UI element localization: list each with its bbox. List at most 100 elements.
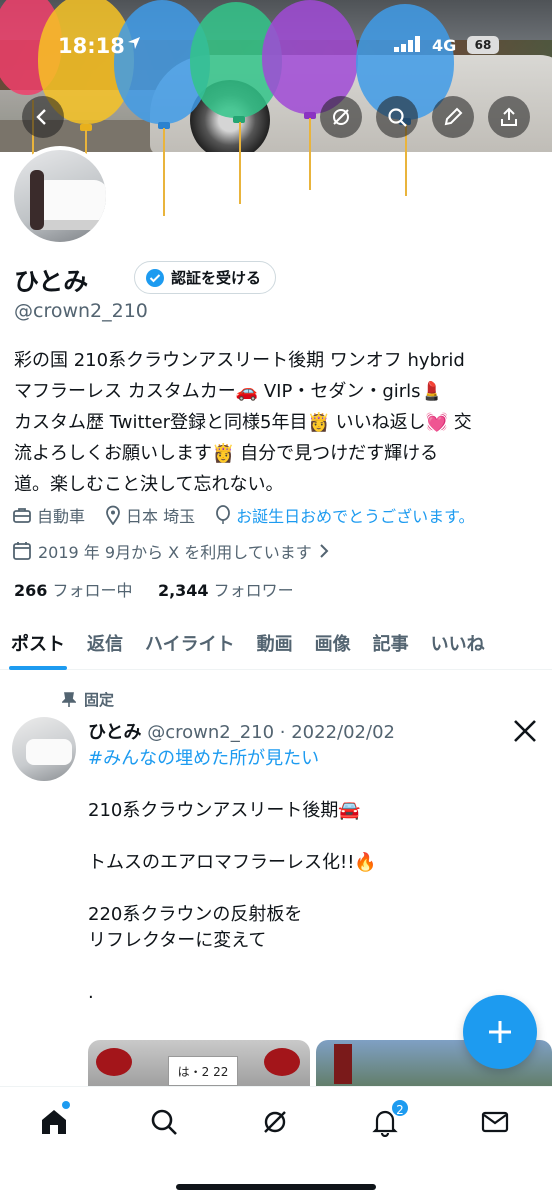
profile-meta-row: 自動車 日本 埼玉 お誕生日おめでとうございます。 — [12, 503, 489, 527]
battery-indicator: 68 — [467, 36, 499, 54]
post-line-blank — [88, 954, 528, 980]
get-verified-label: 認証を受ける — [171, 269, 262, 287]
calendar-icon — [13, 542, 31, 560]
compose-post-button[interactable] — [463, 995, 537, 1069]
notifications-badge: 2 — [390, 1098, 410, 1118]
balloon-icon — [216, 505, 231, 524]
get-verified-button[interactable]: 認証を受ける — [134, 261, 277, 294]
license-plate: は・2 22 — [168, 1056, 238, 1086]
profile-birthday: お誕生日おめでとうございます。 — [215, 503, 475, 527]
nav-grok[interactable] — [258, 1105, 292, 1139]
profile-birthday-text: お誕生日おめでとうございます。 — [236, 507, 475, 526]
post-line: トムスのエアロマフラーレス化!!🔥 — [88, 852, 377, 873]
search-profile-button[interactable] — [376, 96, 418, 138]
avatar-person — [30, 170, 44, 230]
network-type: 4G — [432, 36, 457, 55]
tail-light — [264, 1048, 300, 1076]
profile-tabs: ポスト 返信 ハイライト 動画 画像 記事 いいね — [0, 620, 552, 670]
profile-category: 自動車 — [12, 503, 85, 527]
banner-sign — [334, 1044, 352, 1084]
post-line: リフレクターに変えて — [88, 930, 267, 951]
post-author-text: ひとみ — [88, 722, 142, 743]
pinned-indicator: 固定 — [62, 689, 114, 710]
home-unread-dot — [62, 1101, 70, 1109]
search-icon — [151, 1109, 177, 1135]
status-bar: 18:18 4G 68 — [0, 28, 552, 64]
post-avatar-car — [26, 739, 72, 765]
share-button[interactable] — [488, 96, 530, 138]
bio-line: マフラーレス カスタムカー🚗 VIP・セダン・girls💄 — [14, 381, 443, 402]
profile-name-text: ひとみ — [14, 267, 89, 296]
home-icon — [42, 1110, 66, 1134]
share-icon — [501, 107, 517, 126]
bio-line: 道。楽しむこと決して忘れない。 — [14, 474, 284, 495]
messages-icon — [481, 1111, 509, 1133]
post-avatar[interactable] — [12, 717, 76, 781]
profile-handle: @crown2_210 — [14, 300, 148, 322]
status-time: 18:18 — [58, 34, 125, 58]
post-body: #みんなの埋めた所が見たい 210系クラウンアスリート後期🚘 トムスのエアロマフ… — [88, 746, 528, 1006]
post-author[interactable]: ひとみ — [88, 722, 141, 743]
post-line — [88, 772, 528, 798]
following-label: フォロー中 — [52, 581, 133, 600]
chevron-right-icon — [320, 544, 329, 558]
pinned-label: 固定 — [84, 691, 115, 709]
profile-category-text: 自動車 — [37, 507, 86, 526]
tab-likes[interactable]: いいね — [420, 620, 496, 669]
tail-light — [96, 1048, 132, 1076]
post-line: . — [88, 982, 94, 1003]
edit-icon — [444, 107, 463, 126]
post-line: 210系クラウンアスリート後期🚘 — [88, 800, 361, 821]
bio-line: カスタム歴 Twitter登録と同様5年目👸 いいね返し💓 交 — [14, 412, 472, 433]
profile-joined-text: 2019 年 9月から X を利用しています — [38, 543, 312, 562]
profile-location: 日本 埼玉 — [105, 503, 195, 527]
pin-icon — [62, 691, 76, 707]
tab-videos[interactable]: 動画 — [246, 620, 304, 669]
post-hashtag[interactable]: #みんなの埋めた所が見たい — [88, 746, 528, 772]
verified-icon — [146, 268, 164, 287]
bio-line: 流よろしくお願いします👸 自分で見つけだす輝ける — [14, 443, 439, 464]
balloon-string — [309, 118, 311, 190]
back-button[interactable] — [22, 96, 64, 138]
profile-location-text: 日本 埼玉 — [126, 507, 196, 526]
grok-icon — [264, 1111, 286, 1133]
post-line: 220系クラウンの反射板を — [88, 904, 303, 925]
bottom-navigation — [0, 1086, 552, 1200]
edit-profile-button[interactable] — [432, 96, 474, 138]
nav-home[interactable] — [37, 1105, 71, 1139]
profile-bio: 彩の国 210系クラウンアスリート後期 ワンオフ hybrid マフラーレス カ… — [14, 345, 544, 500]
post-media-image-1[interactable]: は・2 22 — [88, 1040, 310, 1092]
followers-label: フォロワー — [213, 581, 294, 600]
location-icon — [106, 505, 120, 525]
bio-line: 彩の国 210系クラウンアスリート後期 ワンオフ hybrid — [14, 350, 465, 371]
profile-joined-row[interactable]: 2019 年 9月から X を利用しています — [12, 539, 330, 563]
signal-icon — [394, 36, 420, 52]
following-link[interactable]: 266 フォロー中 — [14, 581, 133, 600]
post-line-blank — [88, 824, 528, 850]
briefcase-icon — [13, 508, 31, 523]
nav-messages[interactable] — [478, 1105, 512, 1139]
plus-icon — [489, 1021, 511, 1043]
post-handle-date: @crown2_210 · 2022/02/02 — [147, 722, 395, 743]
followers-link[interactable]: 2,344 フォロワー — [158, 581, 294, 600]
grok-button[interactable] — [320, 96, 362, 138]
home-indicator[interactable] — [176, 1184, 376, 1190]
follow-counts: 266 フォロー中 2,344 フォロワー — [14, 577, 294, 601]
x-logo-icon — [514, 720, 536, 742]
tab-highlights[interactable]: ハイライト — [134, 620, 246, 669]
tab-replies[interactable]: 返信 — [76, 620, 134, 669]
grok-icon — [333, 109, 349, 125]
tab-posts[interactable]: ポスト — [0, 620, 76, 670]
followers-count: 2,344 — [157, 581, 209, 600]
nav-search[interactable] — [147, 1105, 181, 1139]
profile-avatar[interactable] — [10, 146, 110, 246]
tab-photos[interactable]: 画像 — [304, 620, 362, 669]
following-count: 266 — [14, 581, 48, 600]
balloon-string — [239, 122, 241, 204]
search-icon — [388, 108, 407, 127]
post-line-blank — [88, 876, 528, 902]
location-arrow-icon — [128, 37, 140, 49]
balloon-string — [163, 128, 165, 216]
tab-articles[interactable]: 記事 — [362, 620, 420, 669]
profile-name: ひとみ — [14, 262, 88, 298]
